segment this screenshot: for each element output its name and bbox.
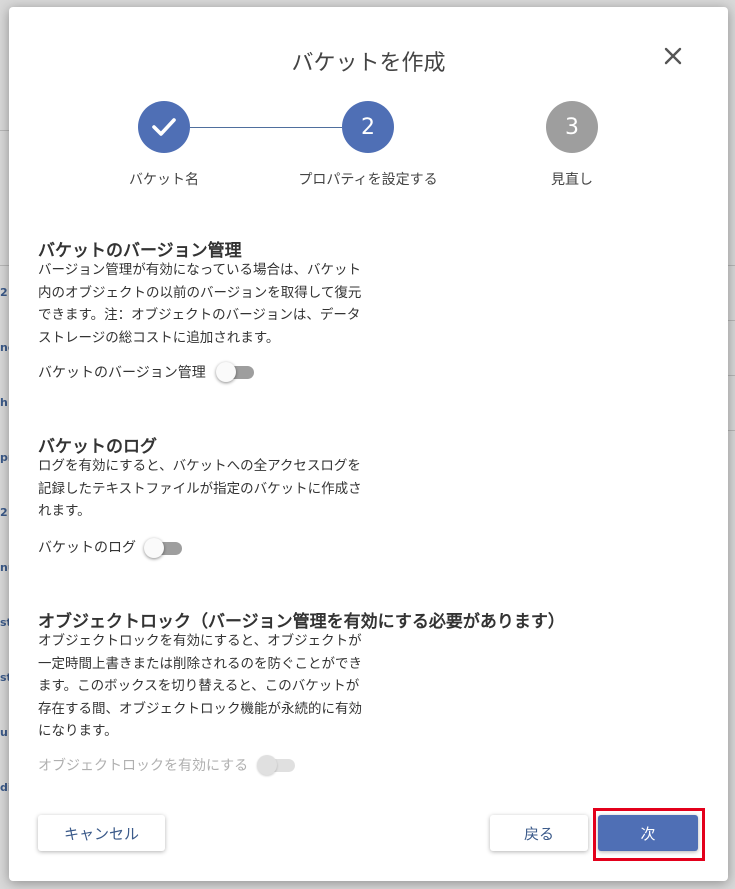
bg-text-fragment: nu [0, 561, 9, 574]
bg-text-fragment: ne [0, 341, 9, 354]
versioning-toggle-label: バケットのバージョン管理 [38, 365, 206, 381]
object-lock-toggle-label: オブジェクトロックを有効にする [38, 758, 249, 774]
bg-divider [728, 375, 735, 376]
step-connector [190, 127, 342, 128]
bg-text-fragment: 2 [0, 286, 8, 299]
step-3-label: 見直し [551, 172, 593, 188]
step-2-label: プロパティを設定する [298, 172, 438, 188]
bg-text-fragment: u [0, 726, 8, 739]
bg-text-fragment: h: [0, 396, 9, 409]
logging-description: ログを有効にすると、バケットへの全アクセスログを記録したテキストファイルが指定の… [38, 458, 362, 519]
cancel-button[interactable]: キャンセル [38, 815, 165, 851]
close-icon [664, 47, 682, 65]
close-button[interactable] [657, 40, 689, 72]
bg-divider [728, 320, 735, 321]
logging-toggle[interactable] [144, 537, 184, 559]
logging-toggle-label: バケットのログ [38, 540, 136, 556]
bg-divider [0, 130, 9, 131]
object-lock-description: オブジェクトロックを有効にすると、オブジェクトが一定時間上書きまたは削除されるの… [38, 633, 362, 739]
toggle-knob [216, 362, 236, 382]
object-lock-title: オブジェクトロック（バージョン管理を有効にする必要があります） [38, 612, 565, 632]
toggle-knob [144, 538, 164, 558]
next-button[interactable]: 次 [598, 815, 698, 851]
check-icon [152, 118, 176, 136]
step-3-circle: 3 [546, 101, 598, 153]
bg-text-fragment: di [0, 781, 9, 794]
versioning-toggle[interactable] [216, 361, 256, 383]
bg-divider [728, 265, 735, 266]
versioning-title: バケットのバージョン管理 [38, 241, 242, 261]
bg-text-fragment: 2 [0, 506, 8, 519]
versioning-description: バージョン管理が有効になっている場合は、バケット内のオブジェクトの以前のバージョ… [38, 262, 362, 346]
bg-divider [728, 430, 735, 431]
back-button[interactable]: 戻る [490, 815, 588, 851]
dialog-title: バケットを作成 [291, 51, 446, 76]
toggle-knob [257, 755, 277, 775]
step-1-circle [138, 101, 190, 153]
bg-text-fragment: st [0, 671, 9, 684]
bg-text-fragment: pr [0, 451, 9, 464]
logging-title: バケットのログ [38, 437, 157, 457]
step-1-label: バケット名 [129, 172, 199, 188]
object-lock-toggle[interactable] [257, 754, 297, 776]
step-2-circle: 2 [342, 101, 394, 153]
bg-divider [0, 265, 9, 266]
create-bucket-dialog: バケットを作成 バケット名 2 プロパティを設定する 3 見直し バケットのバー… [9, 7, 728, 881]
bg-text-fragment: st [0, 616, 9, 629]
